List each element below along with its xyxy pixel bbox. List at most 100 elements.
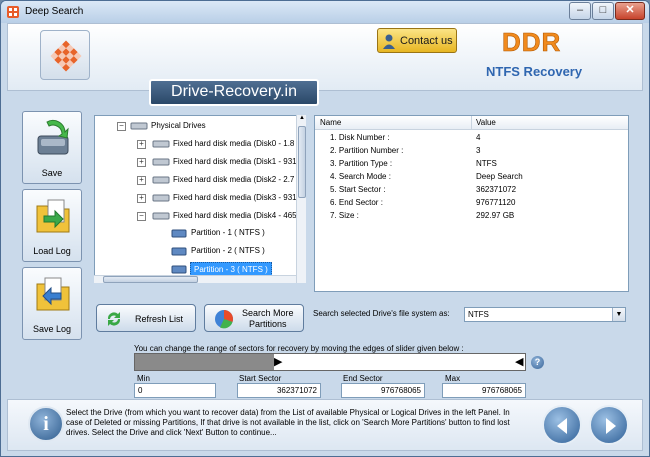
deep-search-window: Deep Search – □ ✕ Contact us DDR NTFS Re… [0, 0, 650, 457]
sector-range-slider[interactable]: ▶ ◀ [134, 353, 526, 371]
checker-logo-icon [50, 40, 82, 72]
load-folder-icon [36, 199, 70, 233]
minimize-button[interactable]: – [569, 2, 591, 20]
search-more-label-line1: Search More [242, 308, 294, 318]
tree-root-label: Physical Drives [151, 121, 206, 130]
drive-tree[interactable]: − Physical Drives + Fixed hard disk medi… [94, 115, 306, 283]
hard-disk-icon [152, 140, 170, 148]
app-logo [40, 30, 90, 80]
table-row: 2. Partition Number :3 [330, 146, 481, 155]
min-value-field: 0 [134, 383, 216, 398]
save-log-label: Save Log [32, 324, 72, 334]
column-header-name[interactable]: Name [320, 116, 341, 129]
save-disk-icon [37, 119, 69, 155]
close-button[interactable]: ✕ [615, 2, 645, 20]
collapse-icon[interactable]: − [137, 212, 146, 221]
help-text: Select the Drive (from which you want to… [66, 408, 510, 437]
filesystem-label: Search selected Drive's file system as: [313, 309, 450, 318]
save-button[interactable]: Save [22, 111, 82, 184]
collapse-icon[interactable]: − [117, 122, 126, 131]
drive-icon [130, 122, 148, 130]
column-header-value[interactable]: Value [476, 116, 496, 129]
tree-item-label: Fixed hard disk media (Disk1 - 931 [173, 157, 297, 166]
table-row: 6. End Sector :976771120 [330, 198, 516, 207]
hard-disk-icon [152, 194, 170, 202]
table-row: 1. Disk Number :4 [330, 133, 481, 142]
partition-icon [171, 265, 187, 274]
max-value-field: 976768065 [442, 383, 526, 398]
hard-disk-icon [152, 176, 170, 184]
info-icon: i [28, 406, 64, 442]
filesystem-select[interactable]: NTFS ▼ [464, 307, 626, 322]
maximize-button[interactable]: □ [592, 2, 614, 20]
pie-chart-icon [215, 310, 234, 329]
tree-item-label: Fixed hard disk media (Disk2 - 2.7 [173, 175, 295, 184]
table-row: 7. Size :292.97 GB [330, 211, 515, 220]
end-sector-field[interactable]: 976768065 [341, 383, 425, 398]
title-bar: Deep Search – □ ✕ [1, 1, 649, 23]
hard-disk-icon [152, 212, 170, 220]
next-button[interactable] [589, 405, 629, 445]
min-label: Min [137, 374, 150, 383]
contact-us-button[interactable]: Contact us [377, 28, 457, 53]
partition-icon [171, 229, 187, 238]
tree-item-disk1[interactable]: + Fixed hard disk media (Disk1 - 931 [99, 155, 299, 169]
scroll-thumb[interactable] [298, 126, 306, 198]
next-arrow-icon [606, 418, 616, 434]
load-log-button[interactable]: Load Log [22, 189, 82, 262]
chevron-down-icon[interactable]: ▼ [612, 308, 625, 321]
slider-excluded-range [135, 354, 274, 370]
tree-item-label: Partition - 2 ( NTFS ) [191, 246, 265, 255]
range-instructions: You can change the range of sectors for … [134, 344, 464, 353]
range-help-icon[interactable]: ? [531, 356, 544, 369]
tree-item-label: Fixed hard disk media (Disk4 - 465 [173, 211, 297, 220]
start-sector-label: Start Sector [239, 374, 282, 383]
partition-properties-list: Name Value 1. Disk Number :4 2. Partitio… [314, 115, 629, 292]
tree-item-disk4[interactable]: − Fixed hard disk media (Disk4 - 465 [99, 209, 299, 223]
tree-item-label: Fixed hard disk media (Disk3 - 931 [173, 193, 297, 202]
hard-disk-icon [152, 158, 170, 166]
back-arrow-icon [557, 418, 567, 434]
tree-item-disk0[interactable]: + Fixed hard disk media (Disk0 - 1.8 [99, 137, 299, 151]
tree-item-disk3[interactable]: + Fixed hard disk media (Disk3 - 931 [99, 191, 299, 205]
tree-item-label: Partition - 1 ( NTFS ) [191, 228, 265, 237]
max-label: Max [445, 374, 461, 383]
tree-horizontal-scrollbar[interactable] [94, 275, 296, 283]
tree-item-disk2[interactable]: + Fixed hard disk media (Disk2 - 2.7 [99, 173, 299, 187]
scroll-up-icon[interactable]: ▲ [298, 115, 306, 124]
end-sector-label: End Sector [343, 374, 383, 383]
person-icon [383, 34, 395, 49]
save-label: Save [41, 168, 63, 178]
start-sector-field[interactable]: 362371072 [237, 383, 321, 398]
tree-vertical-scrollbar[interactable]: ▲ [296, 115, 306, 283]
search-more-label-line2: Partitions [249, 319, 287, 329]
tree-item-label: Fixed hard disk media (Disk0 - 1.8 [173, 139, 295, 148]
table-row: 5. Start Sector :362371072 [330, 185, 517, 194]
table-row: 3. Partition Type : NTFS [330, 159, 497, 168]
app-icon [7, 6, 19, 18]
search-more-partitions-button[interactable]: Search More Partitions [204, 304, 304, 332]
window-title: Deep Search [25, 6, 84, 17]
partition-icon [171, 247, 187, 256]
properties-header: Name Value [315, 116, 628, 130]
back-button[interactable] [542, 405, 582, 445]
load-log-label: Load Log [33, 246, 71, 256]
table-row: 4. Search Mode : Deep Search [330, 172, 523, 181]
save-folder-icon [36, 277, 70, 311]
brand-logo-text: DDR [502, 27, 562, 58]
expand-icon[interactable]: + [137, 194, 146, 203]
expand-icon[interactable]: + [137, 176, 146, 185]
filesystem-value: NTFS [468, 310, 489, 319]
product-name: NTFS Recovery [486, 64, 583, 79]
expand-icon[interactable]: + [137, 140, 146, 149]
scroll-thumb[interactable] [103, 276, 198, 283]
save-log-button[interactable]: Save Log [22, 267, 82, 340]
refresh-list-label: Refresh List [135, 314, 184, 324]
slider-start-handle[interactable]: ▶ [274, 355, 282, 369]
slider-end-handle[interactable]: ◀ [515, 355, 523, 369]
refresh-icon [107, 312, 121, 326]
expand-icon[interactable]: + [137, 158, 146, 167]
header-panel: Contact us DDR NTFS Recovery [7, 23, 643, 91]
refresh-list-button[interactable]: Refresh List [96, 304, 196, 332]
website-banner: Drive-Recovery.in [149, 79, 319, 106]
